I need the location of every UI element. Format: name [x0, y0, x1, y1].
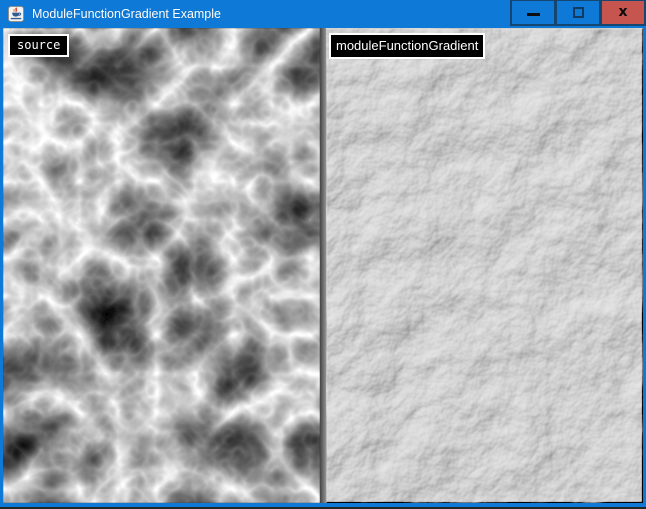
close-button[interactable]: x [600, 0, 646, 26]
minimize-button[interactable] [510, 0, 556, 26]
app-window: ModuleFunctionGradient Example x source [0, 0, 646, 507]
maximize-button[interactable] [555, 0, 601, 26]
java-coffee-cup-icon [8, 6, 24, 22]
minimize-icon [527, 13, 540, 16]
gradient-image-label: moduleFunctionGradient [329, 33, 485, 59]
source-noise-image [3, 28, 320, 503]
module-function-gradient-image [326, 28, 643, 503]
close-icon: x [618, 5, 627, 19]
window-controls: x [510, 0, 646, 27]
source-image-label: source [8, 34, 69, 57]
titlebar[interactable]: ModuleFunctionGradient Example x [0, 0, 646, 28]
content-area: source [3, 28, 643, 503]
source-image-panel: source [3, 28, 320, 503]
window-title: ModuleFunctionGradient Example [32, 0, 221, 28]
maximize-icon [573, 7, 584, 18]
gradient-image-panel: moduleFunctionGradient [326, 28, 643, 503]
